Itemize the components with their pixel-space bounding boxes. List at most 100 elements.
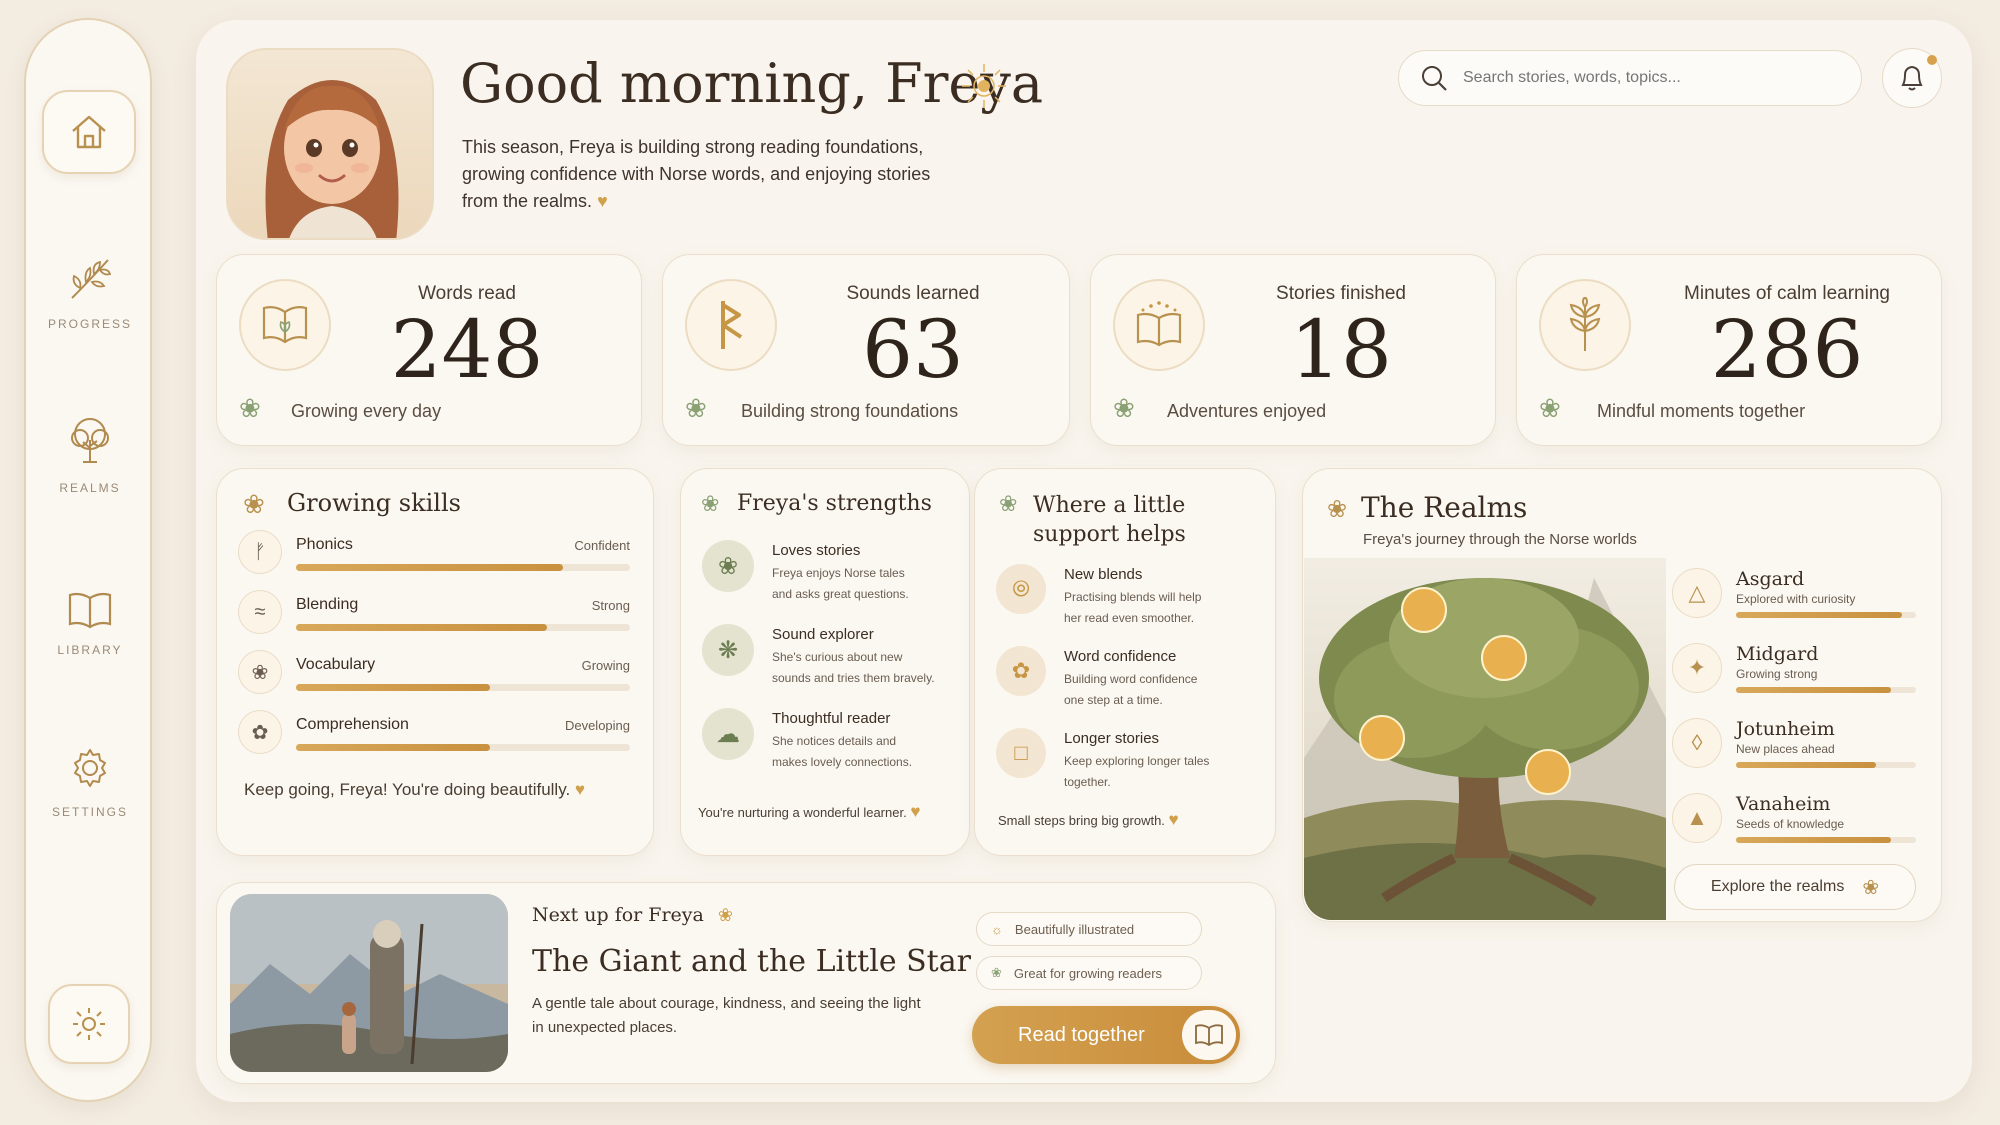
gift-icon: □ bbox=[996, 728, 1046, 778]
stat-value: 286 bbox=[1710, 303, 1864, 396]
bell-icon bbox=[1901, 65, 1923, 91]
nav-progress[interactable]: PROGRESS bbox=[26, 252, 154, 331]
heart-icon: ♥ bbox=[1168, 810, 1179, 829]
skills-title: Growing skills bbox=[287, 489, 461, 517]
search-box[interactable] bbox=[1398, 50, 1862, 106]
strength-title: Thoughtful reader bbox=[772, 710, 891, 727]
stat-value: 63 bbox=[862, 303, 964, 396]
next-up-label-row: Next up for Freya ❀ bbox=[532, 904, 733, 926]
skill-name: Comprehension bbox=[296, 716, 409, 733]
leaf-icon: ❀ bbox=[1539, 393, 1561, 423]
strengths-footer-text: You're nurturing a wonderful learner. bbox=[698, 805, 907, 820]
leaf-icon: ❀ bbox=[685, 393, 707, 423]
leaf-icon: ❀ bbox=[239, 393, 261, 423]
skill-level: Strong bbox=[591, 598, 630, 613]
wheat-icon: ✿ bbox=[238, 710, 282, 754]
stat-caption: Building strong foundations bbox=[741, 401, 959, 421]
nav-realms[interactable]: REALMS bbox=[26, 414, 154, 495]
explore-realms-label: Explore the realms bbox=[1710, 878, 1845, 895]
asgard-icon: △ bbox=[1672, 568, 1722, 618]
sprig-icon: ❀ bbox=[701, 491, 720, 516]
nav-home[interactable] bbox=[42, 90, 136, 174]
skill-progress-fill bbox=[296, 564, 564, 571]
nav-library-label: LIBRARY bbox=[57, 643, 123, 657]
stat-caption: Growing every day bbox=[291, 401, 442, 421]
realm-name: Vanaheim bbox=[1736, 793, 1831, 815]
skills-footer-text: Keep going, Freya! You're doing beautifu… bbox=[244, 780, 571, 799]
nav-library[interactable]: LIBRARY bbox=[26, 590, 154, 657]
search-input[interactable] bbox=[1463, 69, 1843, 87]
skill-progress-fill bbox=[296, 624, 547, 631]
avatar bbox=[226, 48, 434, 240]
stat-label: Minutes of calm learning bbox=[1684, 283, 1890, 304]
stat-caption: Mindful moments together bbox=[1597, 401, 1806, 421]
stat-card-stories: Stories finished 18 ❀ Adventures enjoyed bbox=[1090, 254, 1496, 446]
skill-name: Blending bbox=[296, 596, 359, 613]
sparkle-book-icon bbox=[1113, 279, 1205, 371]
support-desc: Keep exploring longer tales bbox=[1064, 754, 1210, 768]
realm-progress-bar bbox=[1736, 762, 1916, 768]
tree-icon bbox=[71, 418, 109, 463]
skill-progress-bar bbox=[296, 624, 630, 631]
strengths-footer: You're nurturing a wonderful learner. ♥ bbox=[698, 802, 920, 822]
stat-caption: Adventures enjoyed bbox=[1167, 401, 1327, 421]
nav-progress-label: PROGRESS bbox=[47, 317, 132, 331]
open-book-icon bbox=[239, 279, 331, 371]
vanaheim-icon: ▲ bbox=[1672, 793, 1722, 843]
explore-realms-button[interactable]: Explore the realms ❀ bbox=[1674, 864, 1916, 910]
strength-desc: makes lovely connections. bbox=[772, 755, 913, 769]
tag-illustrated: ☼ Beautifully illustrated bbox=[976, 912, 1202, 946]
leaf-icon: ❀ bbox=[702, 540, 754, 592]
realm-progress-fill bbox=[1736, 837, 1891, 843]
support-desc: one step at a time. bbox=[1064, 693, 1163, 707]
skill-progress-fill bbox=[296, 744, 490, 751]
notification-button[interactable] bbox=[1882, 48, 1942, 108]
support-footer: Small steps bring big growth. ♥ bbox=[998, 810, 1179, 830]
nav-settings[interactable]: SETTINGS bbox=[26, 744, 154, 819]
realms-subtitle: Freya's journey through the Norse worlds bbox=[1363, 531, 1637, 548]
theme-toggle-button[interactable] bbox=[48, 984, 130, 1064]
blend-icon: ⦾ bbox=[996, 564, 1046, 614]
sprig-icon bbox=[71, 259, 112, 299]
leaf-icon: ❀ bbox=[991, 965, 1002, 980]
support-desc: together. bbox=[1064, 775, 1111, 789]
realm-name: Midgard bbox=[1736, 643, 1819, 665]
support-title-line1: Where a little bbox=[1033, 493, 1186, 518]
tag-growing-readers: ❀ Great for growing readers bbox=[976, 956, 1202, 990]
skill-name: Phonics bbox=[296, 536, 353, 553]
stat-card-words: Words read 248 ❀ Growing every day bbox=[216, 254, 642, 446]
stat-value: 18 bbox=[1290, 303, 1392, 396]
skill-level: Developing bbox=[564, 718, 630, 733]
strength-title: Sound explorer bbox=[772, 626, 874, 643]
read-together-label: Read together bbox=[1018, 1023, 1145, 1046]
sun-icon bbox=[73, 1008, 105, 1040]
compass-icon: ❋ bbox=[702, 624, 754, 676]
skill-progress-bar bbox=[296, 744, 630, 751]
support-title: New blends bbox=[1064, 566, 1143, 583]
search-icon bbox=[1422, 66, 1447, 91]
realm-name: Jotunheim bbox=[1736, 718, 1835, 740]
strength-desc: sounds and tries them bravely. bbox=[772, 671, 935, 685]
nav-settings-label: SETTINGS bbox=[51, 805, 128, 819]
rune-icon bbox=[685, 279, 777, 371]
leaf-icon: ❀ bbox=[1113, 393, 1135, 423]
gear-icon bbox=[74, 749, 106, 787]
stat-label: Stories finished bbox=[1276, 283, 1406, 304]
rune-icon: ᚠ bbox=[238, 530, 282, 574]
realm-progress-fill bbox=[1736, 687, 1891, 693]
skills-footer: Keep going, Freya! You're doing beautifu… bbox=[244, 780, 585, 800]
realm-desc: Explored with curiosity bbox=[1736, 592, 1856, 606]
jotunheim-icon: ◊ bbox=[1672, 718, 1722, 768]
skill-level: Confident bbox=[574, 538, 630, 553]
sparkle-icon: ❀ bbox=[717, 904, 733, 925]
strength-desc: and asks great questions. bbox=[772, 587, 909, 601]
sun-icon: ☼ bbox=[991, 921, 1003, 937]
flower-icon: ✿ bbox=[996, 646, 1046, 696]
strength-title: Loves stories bbox=[772, 542, 861, 559]
stat-label: Sounds learned bbox=[846, 283, 980, 304]
support-footer-text: Small steps bring big growth. bbox=[998, 813, 1165, 828]
tag-label: Great for growing readers bbox=[1013, 965, 1163, 981]
read-together-button[interactable]: Read together bbox=[972, 1006, 1240, 1064]
realm-desc: Growing strong bbox=[1736, 667, 1818, 681]
sprig-icon: ❀ bbox=[243, 489, 265, 519]
